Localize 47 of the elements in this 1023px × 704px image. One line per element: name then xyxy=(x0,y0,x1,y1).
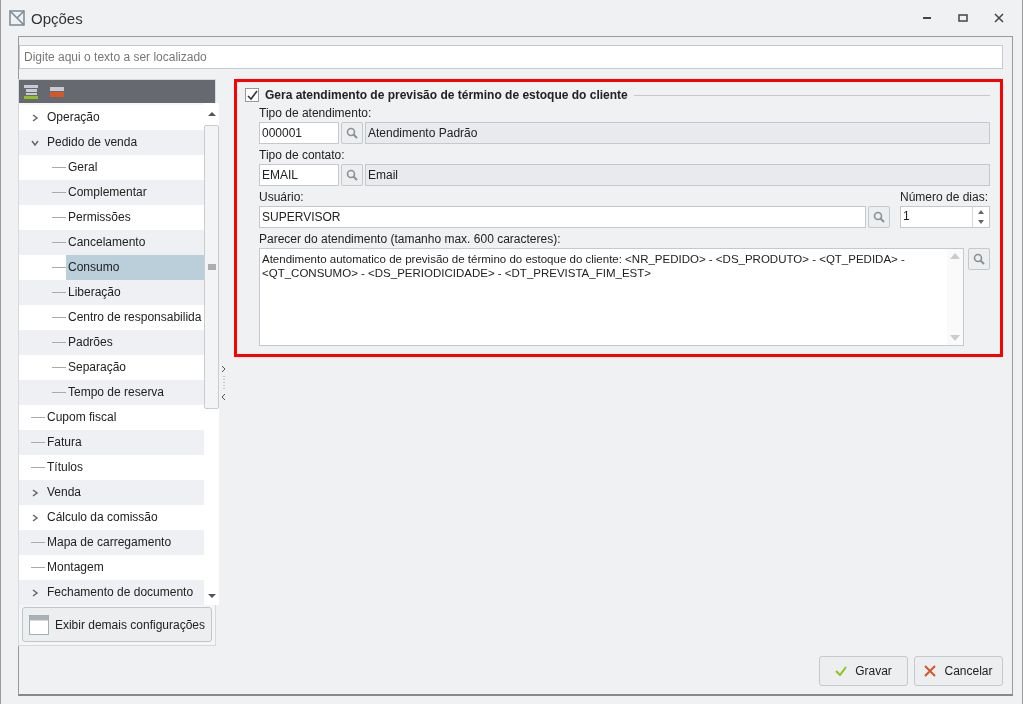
number-spinner[interactable]: 1 xyxy=(900,206,990,228)
collapsed-chevron-icon[interactable] xyxy=(31,588,39,597)
expand-all-icon[interactable] xyxy=(23,83,39,100)
grip-icon[interactable] xyxy=(207,264,216,271)
field-label: Número de dias: xyxy=(900,190,990,204)
input-field[interactable]: SUPERVISOR xyxy=(259,206,866,228)
search-field[interactable]: Digite aqui o texto a ser localizado xyxy=(19,45,1003,69)
collapsed-chevron-icon[interactable] xyxy=(31,488,39,497)
description-field: Atendimento Padrão xyxy=(365,122,990,144)
section-checkbox[interactable] xyxy=(245,88,259,102)
check-icon xyxy=(246,89,258,101)
cancel-button[interactable]: Cancelar xyxy=(914,656,1003,686)
search-icon xyxy=(346,127,358,139)
maximize-icon xyxy=(958,13,968,23)
description-field: Email xyxy=(365,164,990,186)
section-title: Gera atendimento de previsão de término de estoque do cliente xyxy=(265,88,628,102)
collapsed-chevron-icon[interactable] xyxy=(31,113,39,122)
window-title: Opções xyxy=(31,9,84,27)
field-label: Parecer do atendimento (tamanho max. 600 caracteres): xyxy=(259,232,562,246)
save-button[interactable]: Gravar xyxy=(819,656,908,686)
expanded-chevron-icon[interactable] xyxy=(31,138,39,147)
field-label: Usuário: xyxy=(259,190,305,204)
decrement-icon[interactable] xyxy=(978,220,984,224)
search-icon xyxy=(873,211,885,223)
lookup-button[interactable] xyxy=(341,122,363,144)
field-label: Tipo de contato: xyxy=(259,148,346,162)
lookup-button[interactable] xyxy=(868,206,890,228)
lookup-button[interactable] xyxy=(341,164,363,186)
input-field[interactable]: EMAIL xyxy=(259,164,339,186)
tree-item[interactable]: Consumo xyxy=(66,255,205,281)
field-label: Tipo de atendimento: xyxy=(259,106,373,120)
search-icon xyxy=(346,169,358,181)
collapsed-chevron-icon[interactable] xyxy=(31,513,39,522)
window-icon xyxy=(29,613,49,636)
show-more-settings-button[interactable]: Exibir demais configurações xyxy=(22,607,212,642)
collapse-all-icon[interactable] xyxy=(49,85,65,98)
increment-icon[interactable] xyxy=(978,210,984,214)
input-field[interactable]: 000001 xyxy=(259,122,339,144)
lookup-button[interactable] xyxy=(968,248,990,270)
app-logo-icon xyxy=(9,10,25,26)
check-icon xyxy=(835,666,848,676)
minimize-icon xyxy=(922,17,932,19)
close-icon xyxy=(924,665,937,677)
splitter-handle-icon[interactable] xyxy=(220,364,228,401)
tree-scrollbar[interactable] xyxy=(204,103,220,606)
search-icon xyxy=(973,253,985,265)
close-icon xyxy=(994,13,1004,23)
